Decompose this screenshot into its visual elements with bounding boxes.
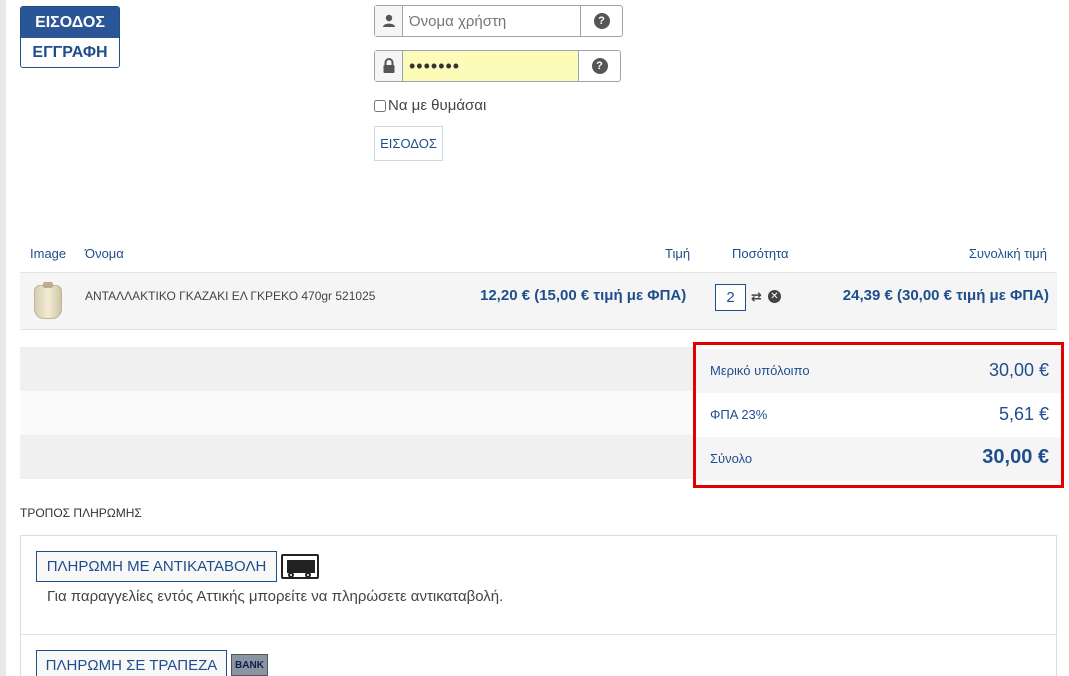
auth-tabs: ΕΙΣΟΔΟΣ ΕΓΓΡΑΦΗ [20,6,120,68]
username-input[interactable] [403,6,580,36]
pay-bank-button[interactable]: ΠΛΗΡΩΜΗ ΣΕ ΤΡΑΠΕΖΑ [36,650,227,676]
help-icon: ? [593,13,610,29]
header-quantity: Ποσότητα [732,246,789,261]
totals-summary: Μερικό υπόλοιπο 30,00 € ΦΠΑ 23% 5,61 € Σ… [693,342,1064,488]
product-total: 24,39 € (30,00 € τιμή με ΦΠΑ) [842,287,1049,304]
payment-title: ΤΡΟΠΟΣ ΠΛΗΡΩΜΗΣ [20,506,142,520]
product-name[interactable]: ΑΝΤΑΛΛΑΚΤΙΚΟ ΓΚΑΖΑΚΙ ΕΛ ΓΚΡΕΚΟ 470gr 521… [85,289,375,303]
left-rail [0,0,6,676]
bank-icon: BANK [231,654,268,676]
cart-table-header: Image Όνομα Τιμή Ποσότητα Συνολική τιμή [20,237,1057,272]
table-row: ΑΝΤΑΛΛΑΚΤΙΚΟ ΓΚΑΖΑΚΙ ΕΛ ΓΚΡΕΚΟ 470gr 521… [20,272,1057,330]
password-field: ? [374,50,621,82]
header-name: Όνομα [85,246,124,261]
remove-icon[interactable]: ✕ [768,290,781,303]
header-price: Τιμή [665,246,691,261]
cod-note: Για παραγγελίες εντός Αττικής μπορείτε ν… [47,588,504,605]
lock-icon [375,51,403,81]
password-help-button[interactable]: ? [578,51,620,81]
delivery-truck-icon [281,554,319,579]
subtotal-value: 30,00 € [988,360,1049,380]
username-field: ? [374,5,623,37]
remember-label: Να με θυμάσαι [388,97,487,114]
header-image: Image [30,246,67,261]
product-price: 12,20 € (15,00 € τιμή με ΦΠΑ) [480,287,687,304]
header-total: Συνολική τιμή [968,246,1047,261]
subtotal-row: Μερικό υπόλοιπο 30,00 € [696,349,1061,393]
password-input[interactable] [403,51,578,81]
pay-cod-button[interactable]: ΠΛΗΡΩΜΗ ΜΕ ΑΝΤΙΚΑΤΑΒΟΛΗ [36,551,277,582]
username-help-button[interactable]: ? [580,6,622,36]
remember-me[interactable]: Να με θυμάσαι [374,97,486,114]
remember-checkbox[interactable] [374,99,386,112]
subtotal-label: Μερικό υπόλοιπο [710,363,810,378]
login-submit-button[interactable]: ΕΙΣΟΔΟΣ [374,126,443,161]
vat-value: 5,61 € [998,404,1049,424]
user-icon [375,6,403,36]
quantity-input[interactable]: 2 [715,284,746,311]
product-image[interactable] [34,282,62,319]
tab-login[interactable]: ΕΙΣΟΔΟΣ [21,7,119,38]
tab-register[interactable]: ΕΓΓΡΑΦΗ [21,38,119,67]
vat-row: ΦΠΑ 23% 5,61 € [696,393,1061,437]
grand-total-row: Σύνολο 30,00 € [696,437,1061,481]
refresh-icon[interactable]: ⇄ [751,289,762,305]
help-icon: ? [591,58,608,74]
grand-total-value: 30,00 € [982,446,1049,468]
vat-label: ΦΠΑ 23% [710,407,768,422]
divider [20,634,1057,635]
grand-total-label: Σύνολο [710,451,753,466]
